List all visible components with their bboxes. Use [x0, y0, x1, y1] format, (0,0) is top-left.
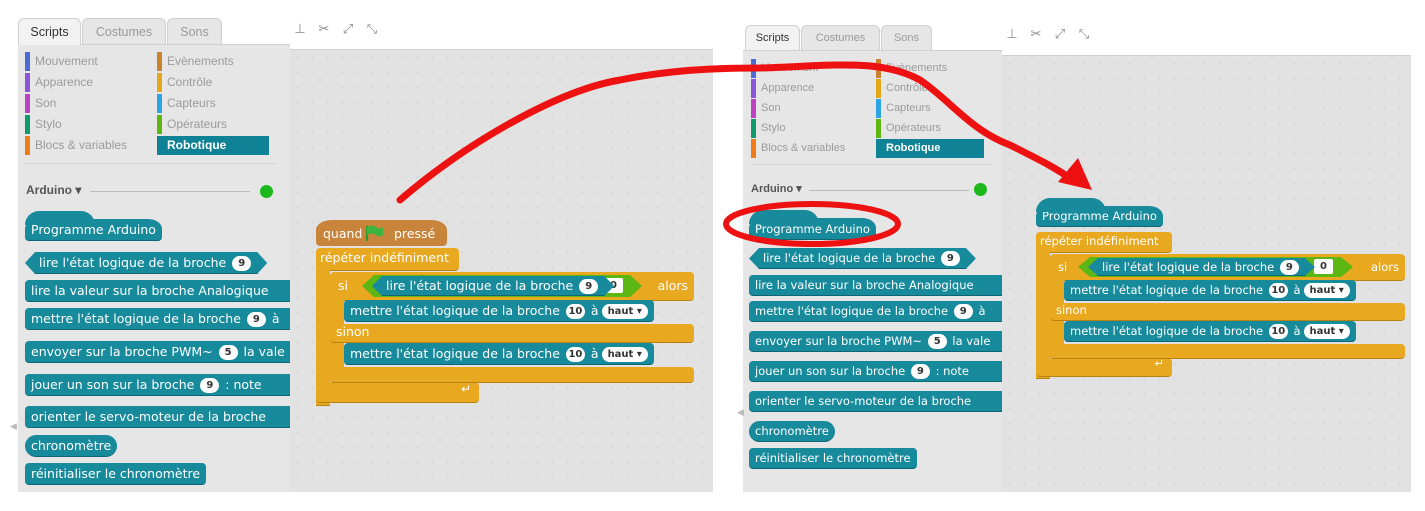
palette-block-read-analog[interactable]: lire la valeur sur la broche Analogique [25, 280, 290, 302]
tab-sons[interactable]: Sons [881, 25, 932, 50]
script-tools: ⊥ ✂ ⤢ ⤡ [1005, 27, 1091, 42]
tab-scripts[interactable]: Scripts [745, 25, 800, 50]
category-robotique[interactable]: Robotique [876, 139, 984, 158]
palette-block-pwm[interactable]: envoyer sur la broche PWM~ 5 la vale [25, 341, 290, 363]
palette-block-programme-arduino[interactable]: Programme Arduino [749, 210, 876, 240]
forever-bottom: ↵ [316, 382, 479, 403]
category-capteurs[interactable]: Capteurs [157, 94, 272, 113]
if-bottom [1050, 344, 1405, 359]
if-bottom [330, 367, 694, 383]
green-flag-icon [364, 224, 384, 242]
palette-block-play-tone[interactable]: jouer un son sur la broche 9 : note [25, 374, 290, 396]
grow-icon[interactable]: ⤢ [341, 22, 355, 37]
else-set-digital-block[interactable]: mettre l'état logique de la broche 10 àh… [344, 343, 654, 365]
stamp-icon[interactable]: ⊥ [293, 22, 307, 37]
script-area[interactable]: Programme Arduino répéter indéfiniment ↵… [1002, 55, 1411, 492]
then-set-digital-block[interactable]: mettre l'état logique de la broche 10 àh… [1064, 280, 1356, 301]
condition-read-digital-block[interactable]: lire l'état logique de la broche 9 [372, 276, 614, 296]
palette-block-pwm[interactable]: envoyer sur la broche PWM~ 5 la vale [749, 331, 1002, 352]
category-stylo[interactable]: Stylo [751, 119, 866, 138]
category-apparence[interactable]: Apparence [751, 79, 866, 98]
category-capteurs[interactable]: Capteurs [876, 99, 991, 118]
forever-block[interactable]: répéter indéfiniment [1036, 232, 1172, 253]
tab-sons[interactable]: Sons [167, 18, 222, 44]
cut-icon[interactable]: ✂ [317, 22, 331, 37]
category-apparence[interactable]: Apparence [25, 73, 140, 92]
connection-status-indicator [260, 185, 273, 198]
category-son[interactable]: Son [25, 94, 140, 113]
else-set-digital-block[interactable]: mettre l'état logique de la broche 10 àh… [1064, 321, 1356, 342]
when-flag-clicked-block[interactable]: quand pressé [316, 220, 447, 246]
palette-block-reset-timer[interactable]: réinitialiser le chronomètre [25, 463, 207, 485]
category-mouvement[interactable]: Mouvement [751, 59, 866, 78]
programme-arduino-block[interactable]: Programme Arduino [1036, 198, 1163, 227]
condition-read-digital-block[interactable]: lire l'état logique de la broche 9 [1088, 258, 1315, 276]
cut-icon[interactable]: ✂ [1029, 27, 1043, 42]
palette-block-play-tone[interactable]: jouer un son sur la broche 9 : note [749, 361, 1002, 382]
script-area[interactable]: quand pressé répéter indéfiniment ↵ si a… [290, 49, 713, 492]
category-mouvement[interactable]: Mouvement [25, 52, 140, 71]
forever-block[interactable]: répéter indéfiniment [316, 248, 459, 271]
then-level-dropdown[interactable]: haut ▾ [1303, 283, 1350, 298]
palette-divider [25, 163, 276, 164]
palette-collapse-handle[interactable]: ◀ [737, 408, 744, 418]
palette-block-read-analog[interactable]: lire la valeur sur la broche Analogique [749, 275, 1002, 296]
palette-collapse-handle[interactable]: ◀ [10, 422, 17, 432]
else-level-dropdown[interactable]: haut ▾ [1303, 324, 1350, 339]
loop-arrow-icon: ↵ [460, 382, 471, 396]
extension-line [90, 191, 250, 192]
palette-block-servo[interactable]: orienter le servo-moteur de la broche [25, 406, 290, 428]
extension-title[interactable]: Arduino ▾ [751, 182, 802, 195]
category-operateurs[interactable]: Opérateurs [157, 115, 272, 134]
category-controle[interactable]: Contrôle [157, 73, 272, 92]
else-section: sinon [1050, 303, 1405, 321]
grow-icon[interactable]: ⤢ [1053, 27, 1067, 42]
else-level-dropdown[interactable]: haut ▾ [601, 347, 648, 362]
stamp-icon[interactable]: ⊥ [1005, 27, 1019, 42]
palette-block-timer[interactable]: chronomètre [749, 421, 835, 442]
extension-title[interactable]: Arduino ▾ [26, 183, 81, 197]
palette-block-set-digital[interactable]: mettre l'état logique de la broche 9 à [25, 308, 290, 330]
then-level-dropdown[interactable]: haut ▾ [601, 304, 648, 319]
category-operateurs[interactable]: Opérateurs [876, 119, 991, 138]
category-blocs-variables[interactable]: Blocs & variables [25, 136, 140, 155]
compare-value-input[interactable]: 0 [1314, 259, 1333, 274]
palette-divider [751, 164, 991, 165]
category-evenements[interactable]: Evènements [876, 59, 991, 78]
palette-block-read-digital[interactable]: lire l'état logique de la broche 9 [25, 252, 267, 274]
palette-block-reset-timer[interactable]: réinitialiser le chronomètre [749, 448, 917, 469]
else-section: sinon [330, 324, 694, 343]
palette-block-programme-arduino[interactable]: Programme Arduino [25, 211, 162, 241]
shrink-icon[interactable]: ⤡ [1077, 27, 1091, 42]
shrink-icon[interactable]: ⤡ [365, 22, 379, 37]
tab-costumes[interactable]: Costumes [82, 18, 166, 44]
palette-block-servo[interactable]: orienter le servo-moteur de la broche [749, 391, 1002, 412]
palette-block-read-digital[interactable]: lire l'état logique de la broche 9 [749, 248, 976, 269]
tab-scripts[interactable]: Scripts [18, 18, 81, 45]
forever-bottom: ↵ [1036, 357, 1172, 377]
palette-block-set-digital[interactable]: mettre l'état logique de la broche 9 à [749, 301, 1002, 322]
category-blocs-variables[interactable]: Blocs & variables [751, 139, 866, 158]
block-palette: Mouvement Apparence Son Stylo Blocs & va… [18, 44, 290, 492]
block-palette: Mouvement Apparence Son Stylo Blocs & va… [743, 50, 1002, 492]
category-stylo[interactable]: Stylo [25, 115, 140, 134]
category-controle[interactable]: Contrôle [876, 79, 991, 98]
palette-block-timer[interactable]: chronomètre [25, 435, 118, 457]
script-tools: ⊥ ✂ ⤢ ⤡ [293, 22, 379, 37]
connection-status-indicator [974, 183, 987, 196]
category-son[interactable]: Son [751, 99, 866, 118]
category-evenements[interactable]: Evènements [157, 52, 272, 71]
then-set-digital-block[interactable]: mettre l'état logique de la broche 10 àh… [344, 300, 654, 322]
category-robotique[interactable]: Robotique [157, 136, 269, 155]
tab-costumes[interactable]: Costumes [801, 25, 880, 50]
extension-line [809, 190, 969, 191]
